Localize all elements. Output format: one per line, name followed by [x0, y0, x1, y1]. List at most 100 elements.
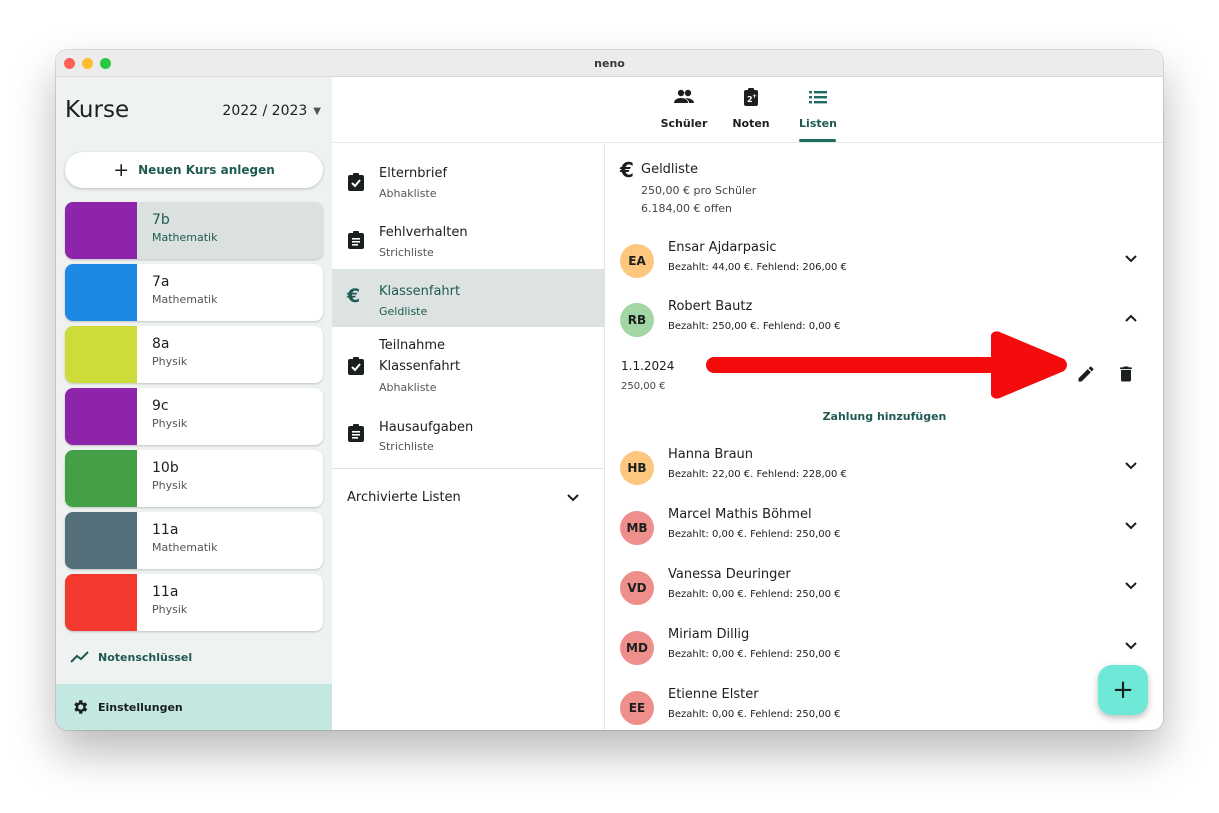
- archived-lists-toggle[interactable]: Archivierte Listen: [347, 490, 461, 505]
- add-fab-button[interactable]: +: [1098, 665, 1148, 715]
- list-title-line2: Klassenfahrt: [379, 359, 461, 374]
- people-icon: [674, 89, 694, 103]
- avatar: EE: [620, 691, 654, 725]
- gear-icon: [74, 700, 88, 714]
- divider: [332, 468, 605, 469]
- course-color-swatch: [65, 326, 137, 383]
- tab-listen[interactable]: Listen: [797, 85, 839, 130]
- course-item-10b-physik[interactable]: 10b Physik: [65, 450, 323, 507]
- payment-amount: 250,00 €: [621, 381, 666, 392]
- course-color-swatch: [65, 264, 137, 321]
- clipboard-check-icon: [348, 173, 364, 191]
- payment-status: Bezahlt: 22,00 €. Fehlend: 228,00 €: [668, 469, 847, 480]
- course-subject: Mathematik: [152, 293, 218, 306]
- course-color-swatch: [65, 202, 137, 259]
- close-window-button[interactable]: [64, 58, 75, 69]
- tab-label: Schüler: [660, 117, 708, 130]
- list-type: Abhakliste: [379, 381, 437, 394]
- course-item-9c-physik[interactable]: 9c Physik: [65, 388, 323, 445]
- course-subject: Physik: [152, 479, 188, 492]
- student-row-vanessa-deuringer[interactable]: VD Vanessa Deuringer Bezahlt: 0,00 €. Fe…: [606, 567, 1163, 623]
- edit-payment-button[interactable]: [1076, 364, 1096, 384]
- course-subject: Physik: [152, 355, 188, 368]
- list-item-elternbrief[interactable]: Elternbrief Abhakliste: [332, 152, 605, 208]
- payment-date: 1.1.2024: [621, 359, 675, 373]
- tab-label: Noten: [732, 117, 770, 130]
- chevron-down-icon[interactable]: [1124, 461, 1138, 471]
- tab-schueler[interactable]: Schüler: [659, 85, 709, 130]
- payment-status: Bezahlt: 0,00 €. Fehlend: 250,00 €: [668, 529, 841, 540]
- student-row-etienne-elster[interactable]: EE Etienne Elster Bezahlt: 0,00 €. Fehle…: [606, 687, 1163, 730]
- course-item-7b-mathematik[interactable]: 7b Mathematik: [65, 202, 323, 259]
- clipboard-lines-icon: [348, 231, 364, 249]
- course-color-swatch: [65, 450, 137, 507]
- list-item-fehlverhalten[interactable]: Fehlverhalten Strichliste: [332, 211, 605, 267]
- chevron-down-icon[interactable]: [1124, 521, 1138, 531]
- avatar: EA: [620, 244, 654, 278]
- course-subject: Mathematik: [152, 231, 218, 244]
- list-type: Geldliste: [379, 305, 428, 318]
- annotation-arrow-icon: [706, 331, 1067, 399]
- detail-title: Geldliste: [641, 162, 699, 177]
- chevron-down-icon[interactable]: [1124, 581, 1138, 591]
- course-item-11a-mathematik[interactable]: 11a Mathematik: [65, 512, 323, 569]
- student-row-miriam-dillig[interactable]: MD Miriam Dillig Bezahlt: 0,00 €. Fehlen…: [606, 627, 1163, 683]
- course-name: 7b: [152, 212, 170, 228]
- list-type: Strichliste: [379, 246, 434, 259]
- chevron-down-icon[interactable]: [1124, 641, 1138, 651]
- avatar: RB: [620, 303, 654, 337]
- caret-down-icon: ▼: [313, 105, 321, 117]
- payment-status: Bezahlt: 0,00 €. Fehlend: 250,00 €: [668, 649, 841, 660]
- list-item-teilnahme-klassenfahrt[interactable]: Teilnahme Klassenfahrt Abhakliste: [332, 330, 605, 404]
- student-row-marcel-mathis-boehmel[interactable]: MB Marcel Mathis Böhmel Bezahlt: 0,00 €.…: [606, 507, 1163, 563]
- settings-label: Einstellungen: [98, 700, 183, 714]
- settings-button[interactable]: Einstellungen: [56, 684, 332, 730]
- course-item-11a-physik[interactable]: 11a Physik: [65, 574, 323, 631]
- student-name: Vanessa Deuringer: [668, 567, 791, 582]
- main-area: Schüler 2 + Noten Listen Elternbrief Abh…: [332, 77, 1163, 730]
- student-name: Robert Bautz: [668, 299, 753, 314]
- minimize-window-button[interactable]: [82, 58, 93, 69]
- window-title: neno: [594, 57, 625, 70]
- list-item-hausaufgaben[interactable]: Hausaufgaben Strichliste: [332, 406, 605, 462]
- new-course-button[interactable]: + Neuen Kurs anlegen: [65, 152, 323, 188]
- open-amount: 6.184,00 € offen: [641, 202, 733, 215]
- payment-status: Bezahlt: 44,00 €. Fehlend: 206,00 €: [668, 262, 847, 273]
- student-row-ensar-ajdarpasic[interactable]: EA Ensar Ajdarpasic Bezahlt: 44,00 €. Fe…: [606, 240, 1163, 296]
- svg-text:+: +: [752, 93, 757, 100]
- euro-icon: €: [620, 158, 634, 182]
- list-type: Abhakliste: [379, 187, 437, 200]
- list-item-klassenfahrt[interactable]: € Klassenfahrt Geldliste: [332, 269, 605, 327]
- school-year-select[interactable]: 2022 / 2023 ▼: [222, 103, 321, 119]
- delete-payment-button[interactable]: [1116, 364, 1136, 384]
- chevron-up-icon[interactable]: [1124, 313, 1138, 323]
- course-name: 8a: [152, 336, 170, 352]
- tab-noten[interactable]: 2 + Noten: [730, 85, 772, 130]
- student-row-hanna-braun[interactable]: HB Hanna Braun Bezahlt: 22,00 €. Fehlend…: [606, 447, 1163, 503]
- course-name: 9c: [152, 398, 169, 414]
- course-color-swatch: [65, 512, 137, 569]
- course-name: 10b: [152, 460, 179, 476]
- student-name: Hanna Braun: [668, 447, 754, 462]
- list-type: Strichliste: [379, 440, 434, 453]
- course-item-7a-mathematik[interactable]: 7a Mathematik: [65, 264, 323, 321]
- course-name: 11a: [152, 522, 179, 538]
- course-item-8a-physik[interactable]: 8a Physik: [65, 326, 323, 383]
- grading-key-link[interactable]: Notenschlüssel: [70, 650, 192, 664]
- avatar: MD: [620, 631, 654, 665]
- list-title: Elternbrief: [379, 166, 448, 181]
- chevron-down-icon[interactable]: [1124, 254, 1138, 264]
- avatar: VD: [620, 571, 654, 605]
- course-color-swatch: [65, 388, 137, 445]
- lists-column: Elternbrief Abhakliste Fehlverhalten Str…: [332, 144, 605, 730]
- amount-per-student: 250,00 € pro Schüler: [641, 184, 757, 197]
- plus-icon: +: [113, 159, 130, 181]
- maximize-window-button[interactable]: [100, 58, 111, 69]
- list-title-line1: Teilnahme: [379, 338, 446, 353]
- course-subject: Mathematik: [152, 541, 218, 554]
- chevron-down-icon[interactable]: [566, 493, 580, 503]
- course-subject: Physik: [152, 417, 188, 430]
- window-controls: [64, 58, 111, 69]
- add-payment-button[interactable]: Zahlung hinzufügen: [606, 410, 1163, 423]
- course-list: 7b Mathematik 7a Mathematik 8a Physik 9c…: [65, 202, 323, 636]
